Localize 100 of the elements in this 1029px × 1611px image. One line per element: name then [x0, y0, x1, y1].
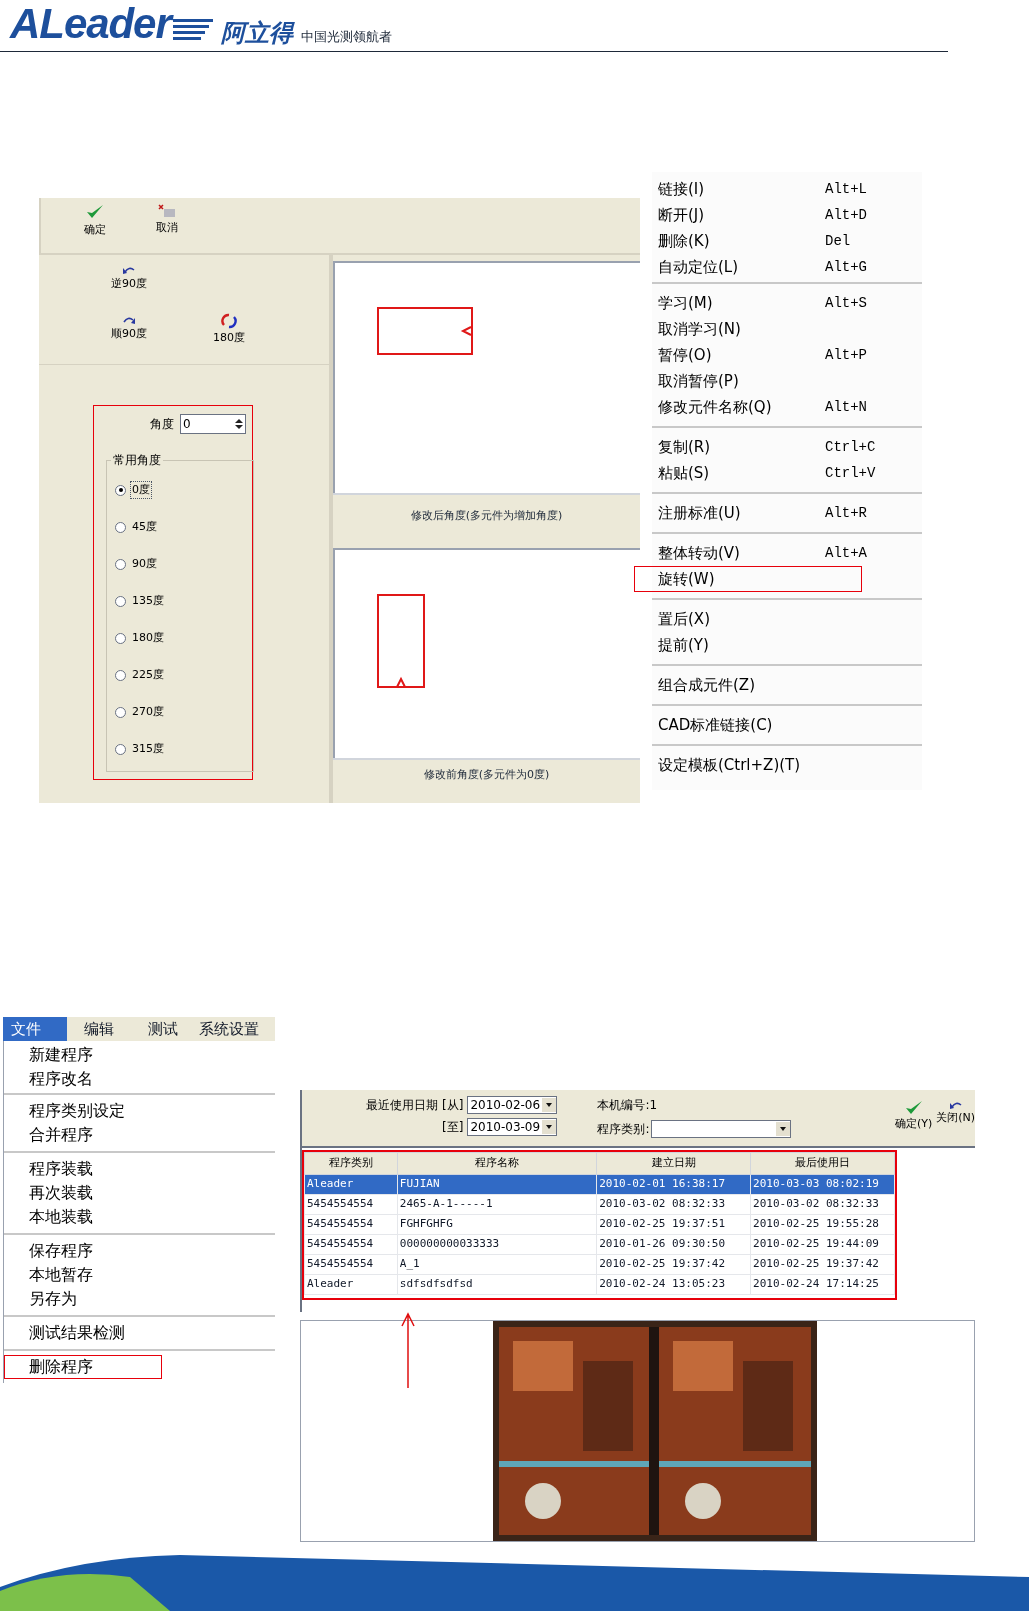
table-cell: 2010-02-25 19:55:28 [750, 1214, 895, 1235]
menu-item[interactable]: 修改元件名称(Q) Alt+N [652, 394, 922, 420]
date-dropdown[interactable]: 2010-02-06 [467, 1096, 558, 1114]
menu-item[interactable]: 复制(R) Ctrl+C [652, 434, 922, 460]
table-cell: 2010-02-24 13:05:23 [596, 1274, 751, 1295]
table-cell: 5454554554 [304, 1214, 398, 1235]
menu-item[interactable]: 删除(K) Del [652, 228, 922, 254]
menu-item[interactable]: 取消学习(N) [652, 316, 922, 342]
spin-arrows-icon [233, 417, 245, 431]
table-cell: 2010-01-26 09:30:50 [596, 1234, 751, 1255]
table-cell: 2010-03-02 08:32:33 [750, 1194, 895, 1215]
group-title: 常用角度 [111, 452, 163, 468]
menu-item[interactable]: 程序装载 [4, 1157, 275, 1181]
table-row[interactable]: 5454554554 2465-A-1-----1 2010-03-02 08:32:33 2010-03-02 08:32:33 [304, 1194, 895, 1215]
rotate-button[interactable]: 顺90度 [109, 315, 149, 343]
table-cell: Aleader [304, 1174, 398, 1195]
menu-item[interactable]: 本地装载 [4, 1205, 275, 1229]
radio-button[interactable] [115, 558, 126, 570]
angle-radio[interactable]: 0度 [115, 481, 253, 499]
column-header[interactable]: 建立日期 [596, 1152, 751, 1175]
category-dropdown[interactable] [651, 1120, 792, 1138]
rotate-button[interactable]: 180度 [209, 313, 249, 347]
column-header[interactable]: 最后使用日 [750, 1152, 895, 1175]
menu-item[interactable]: 再次装载 [4, 1181, 275, 1205]
close-button[interactable]: 关闭(N) [936, 1100, 975, 1133]
angle-spinner[interactable]: 0 [180, 414, 246, 434]
menu-tab[interactable]: 文件 [3, 1017, 67, 1041]
column-header[interactable]: 程序类别 [304, 1152, 398, 1175]
stripes-icon [172, 19, 213, 41]
menu-item[interactable]: 新建程序 [4, 1043, 275, 1067]
angle-radio[interactable]: 270度 [115, 703, 253, 721]
table-cell: 2010-02-25 19:37:42 [596, 1254, 751, 1275]
menu-item[interactable]: 旋转(W) [634, 566, 862, 592]
check-icon [86, 204, 104, 220]
menu-item[interactable]: 注册标准(U) Alt+R [652, 500, 922, 526]
column-header[interactable]: 程序名称 [397, 1152, 597, 1175]
angle-label: 角度 [150, 416, 174, 433]
table-cell: 2010-03-02 08:32:33 [596, 1194, 751, 1215]
angle-radio[interactable]: 90度 [115, 555, 253, 573]
menu-tab[interactable]: 编辑 [67, 1017, 131, 1041]
menu-item[interactable]: 程序类别设定 [4, 1099, 275, 1123]
menu-item[interactable]: 断开(J) Alt+D [652, 202, 922, 228]
radio-button[interactable] [115, 669, 126, 681]
preview-caption: 修改前角度(多元件为0度) [423, 767, 550, 784]
table-cell: FGHFGHFG [397, 1214, 597, 1235]
menu-item[interactable]: 程序改名 [4, 1067, 275, 1091]
date-dropdown[interactable]: 2010-03-09 [467, 1118, 558, 1136]
table-row[interactable]: 5454554554 A_1 2010-02-25 19:37:42 2010-02-25 19:37:42 [304, 1254, 895, 1275]
menu-item[interactable]: CAD标准链接(C) [652, 712, 922, 738]
menu-tab[interactable]: 测试 [131, 1017, 195, 1041]
menu-item[interactable]: 置后(X) [652, 606, 922, 632]
menu-item[interactable]: 删除程序 [4, 1355, 162, 1379]
rotate-left-icon [122, 265, 136, 275]
rotate-button[interactable]: 逆90度 [109, 265, 149, 293]
angle-radio[interactable]: 225度 [115, 666, 253, 684]
radio-button[interactable] [115, 521, 126, 533]
menu-item[interactable]: 测试结果检测 [4, 1321, 275, 1345]
table-row[interactable]: 5454554554 FGHFGHFG 2010-02-25 19:37:51 2010-02-25 19:55:28 [304, 1214, 895, 1235]
menu-item[interactable]: 保存程序 [4, 1239, 275, 1263]
machine-number: 本机编号:1 [597, 1097, 658, 1114]
radio-button[interactable] [115, 743, 126, 755]
angle-radio[interactable]: 180度 [115, 629, 253, 647]
menu-item[interactable]: 组合成元件(Z) [652, 672, 922, 698]
table-row[interactable]: Aleader FUJIAN 2010-02-01 16:38:17 2010-03-03 08:02:19 [304, 1174, 895, 1195]
undo-icon [948, 1100, 963, 1110]
menu-item[interactable]: 取消暂停(P) [652, 368, 922, 394]
menu-item[interactable]: 本地暂存 [4, 1263, 275, 1287]
menu-item[interactable]: 提前(Y) [652, 632, 922, 658]
table-cell: sdfsdfsdfsd [397, 1274, 597, 1295]
table-row[interactable]: 5454554554 000000000033333 2010-01-26 09:30:50 2010-02-25 19:44:09 [304, 1234, 895, 1255]
table-cell: 2465-A-1-----1 [397, 1194, 597, 1215]
menu-item[interactable]: 自动定位(L) Alt+G [652, 254, 922, 280]
ok-button[interactable]: 确定 [77, 204, 113, 239]
menu-item[interactable]: 整体转动(V) Alt+A [652, 540, 922, 566]
angle-radio[interactable]: 45度 [115, 518, 253, 536]
table-cell: 2010-02-25 19:44:09 [750, 1234, 895, 1255]
rotate-right-icon [122, 315, 136, 325]
menu-item[interactable]: 合并程序 [4, 1123, 275, 1147]
radio-button[interactable] [115, 595, 126, 607]
cancel-button[interactable]: 取消 [149, 204, 185, 237]
table-cell: 2010-02-25 19:37:42 [750, 1254, 895, 1275]
menu-item[interactable]: 另存为 [4, 1287, 275, 1311]
radio-button[interactable] [115, 632, 126, 644]
logo-name: 阿立得 [220, 21, 293, 45]
menu-item[interactable]: 粘贴(S) Ctrl+V [652, 460, 922, 486]
radio-button[interactable] [115, 484, 126, 496]
table-cell: 5454554554 [304, 1194, 398, 1215]
menu-item[interactable]: 学习(M) Alt+S [652, 290, 922, 316]
preview-caption: 修改后角度(多元件为增加角度) [410, 508, 563, 525]
cancel-icon [158, 204, 176, 218]
menu-item[interactable]: 链接(I) Alt+L [652, 176, 922, 202]
angle-radio[interactable]: 135度 [115, 592, 253, 610]
table-row[interactable]: Aleader sdfsdfsdfsd 2010-02-24 13:05:23 2010-02-24 17:14:25 [304, 1274, 895, 1295]
filter-label: [从] [442, 1097, 464, 1114]
menu-item[interactable]: 暂停(O) Alt+P [652, 342, 922, 368]
angle-radio[interactable]: 315度 [115, 740, 253, 758]
menu-tab[interactable]: 系统设置 [195, 1017, 263, 1041]
ok-button[interactable]: 确定(Y) [894, 1100, 933, 1133]
menu-item[interactable]: 设定模板(Ctrl+Z)(T) [652, 752, 922, 778]
radio-button[interactable] [115, 706, 126, 718]
